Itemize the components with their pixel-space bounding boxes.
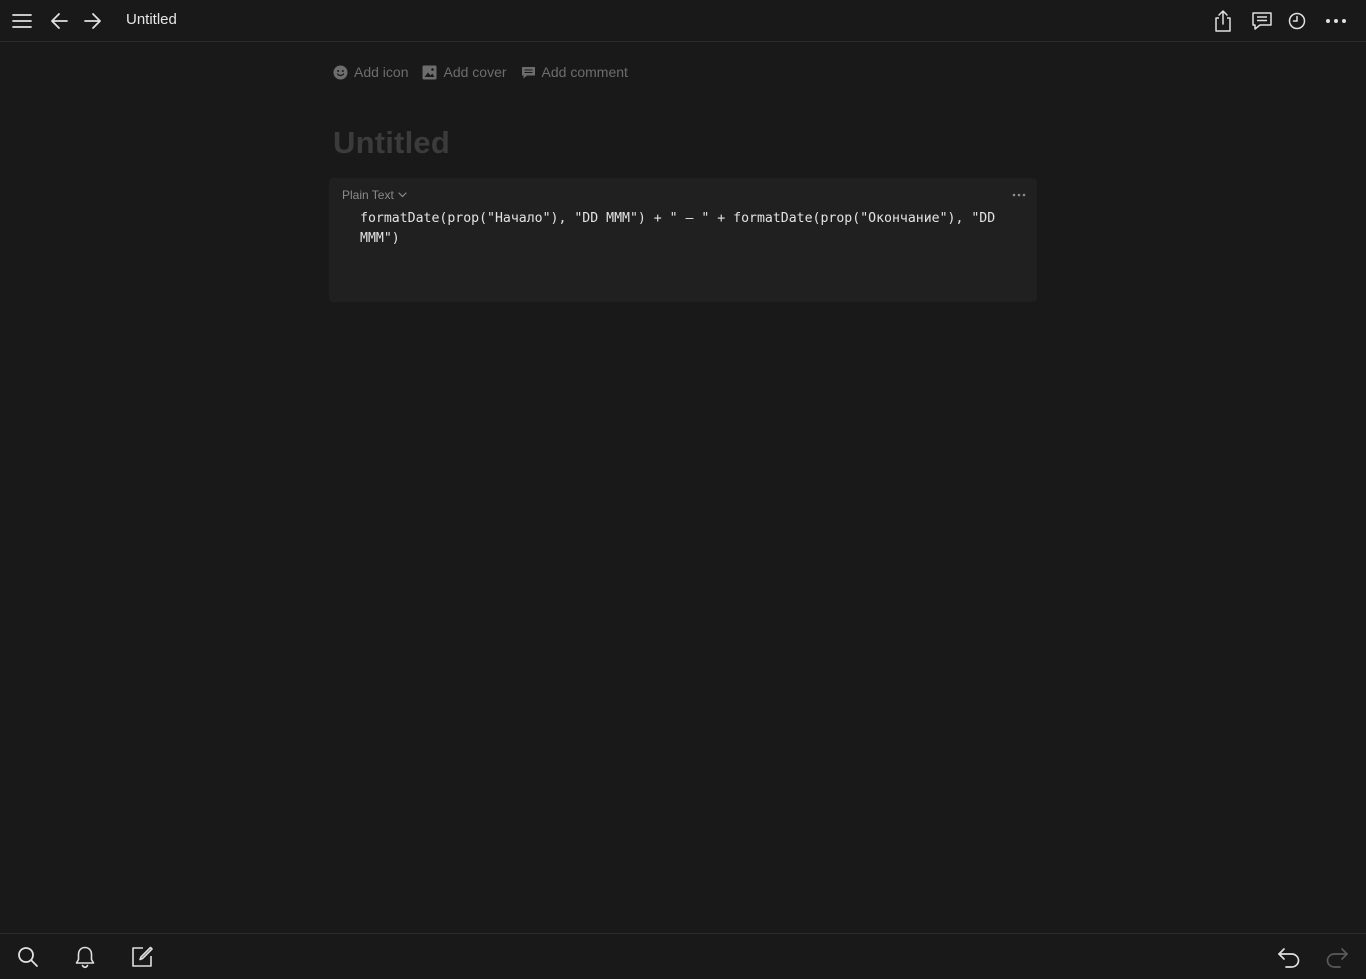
arrow-right-icon[interactable] bbox=[78, 7, 106, 35]
add-comment-button[interactable]: Add comment bbox=[521, 62, 628, 82]
bottom-bar bbox=[0, 933, 1366, 979]
code-block[interactable]: Plain Text formatDate(prop("Начало"), "D… bbox=[329, 178, 1037, 302]
redo-icon[interactable] bbox=[1323, 943, 1351, 971]
compose-icon[interactable] bbox=[128, 943, 156, 971]
more-horizontal-icon[interactable] bbox=[1322, 7, 1350, 35]
add-cover-button[interactable]: Add cover bbox=[422, 62, 507, 82]
add-icon-button[interactable]: Add icon bbox=[333, 62, 408, 82]
page-actions: Add icon Add cover Add comment bbox=[333, 62, 628, 82]
code-language-label: Plain Text bbox=[342, 188, 394, 202]
undo-icon[interactable] bbox=[1275, 943, 1303, 971]
hamburger-menu-icon[interactable] bbox=[8, 7, 36, 35]
add-icon-label: Add icon bbox=[354, 64, 409, 80]
emoji-icon bbox=[333, 65, 348, 79]
code-language-select[interactable]: Plain Text bbox=[342, 187, 407, 203]
top-bar: Untitled bbox=[0, 0, 1366, 42]
bell-icon[interactable] bbox=[71, 943, 99, 971]
breadcrumb-page-title[interactable]: Untitled bbox=[126, 11, 177, 29]
add-cover-label: Add cover bbox=[443, 64, 507, 80]
code-content[interactable]: formatDate(prop("Начало"), "DD MMM") + "… bbox=[360, 209, 1028, 249]
clock-icon[interactable] bbox=[1283, 7, 1311, 35]
comment-icon[interactable] bbox=[1248, 7, 1276, 35]
image-icon bbox=[422, 65, 437, 79]
code-block-more-icon[interactable] bbox=[1010, 187, 1028, 203]
page-title[interactable]: Untitled bbox=[333, 124, 450, 162]
comment-bubble-icon bbox=[521, 66, 535, 78]
share-icon[interactable] bbox=[1209, 7, 1237, 35]
chevron-down-icon bbox=[398, 192, 407, 198]
add-comment-label: Add comment bbox=[541, 64, 628, 80]
search-icon[interactable] bbox=[14, 943, 42, 971]
arrow-left-icon[interactable] bbox=[46, 7, 74, 35]
